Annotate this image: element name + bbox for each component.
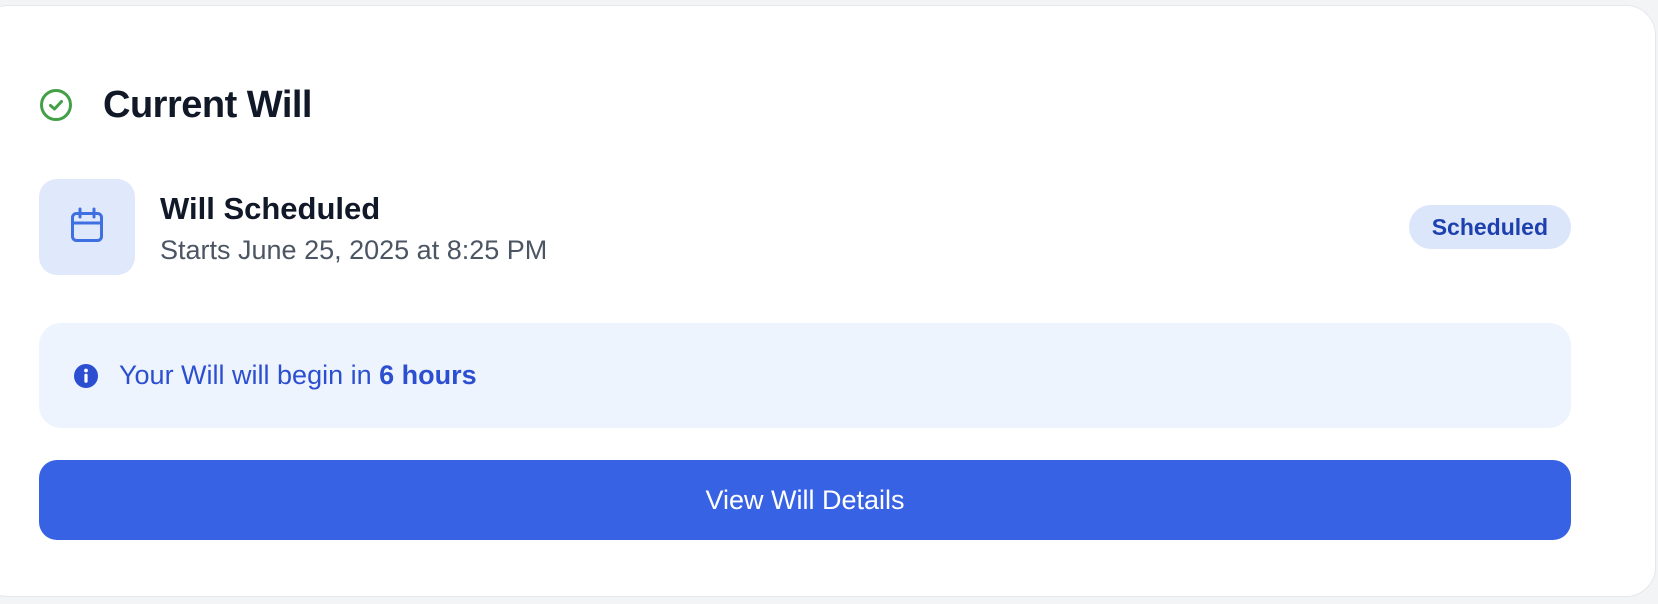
card-header: Current Will [39,82,313,128]
notice-prefix: Your Will will begin in [119,360,380,390]
notice-countdown: 6 hours [379,360,477,390]
schedule-start-date: Starts June 25, 2025 at 8:25 PM [160,235,548,265]
calendar-icon [68,206,106,249]
calendar-icon-box [39,179,135,275]
notice-text: Your Will will begin in 6 hours [119,360,477,391]
schedule-row: Will Scheduled Starts June 25, 2025 at 8… [39,179,1571,275]
check-circle-icon [39,88,73,122]
status-badge: Scheduled [1408,205,1571,249]
view-will-details-button[interactable]: View Will Details [39,460,1571,540]
countdown-notice: Your Will will begin in 6 hours [39,323,1571,428]
current-will-card: Current Will Will Scheduled Starts June … [0,5,1656,597]
schedule-title: Will Scheduled [160,191,381,226]
card-title: Current Will [103,83,313,126]
info-icon [73,363,99,389]
